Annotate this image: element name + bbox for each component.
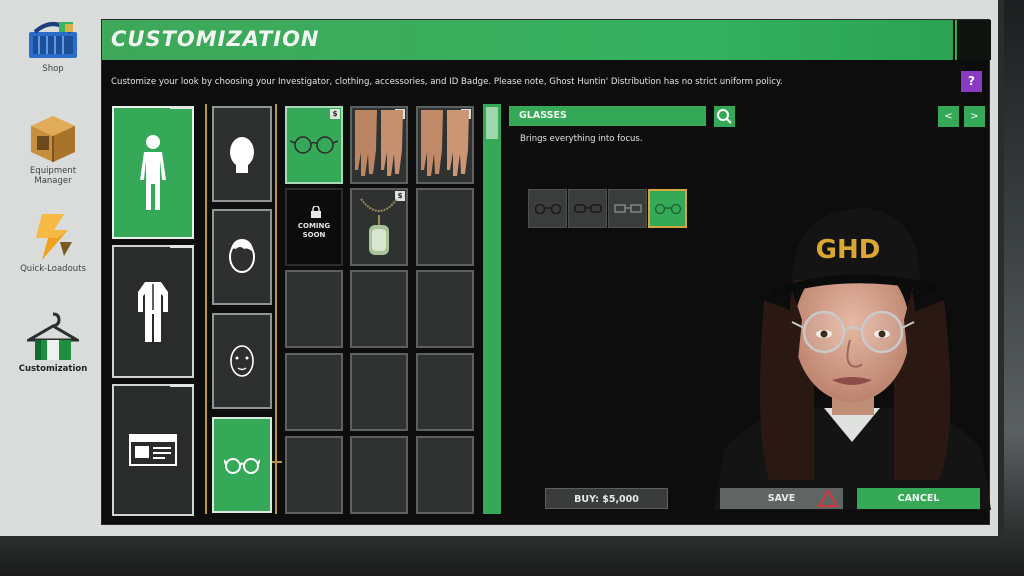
nav-label: Equipment Manager (29, 166, 77, 186)
grid-item-empty[interactable] (416, 270, 474, 348)
coming-soon-label: COMING SOON (297, 222, 331, 239)
grid-item-dog-tag[interactable]: $ (350, 188, 408, 266)
nav-item-shop[interactable]: Shop (6, 18, 100, 74)
cancel-button[interactable]: CANCEL (857, 488, 980, 509)
glasses-icon (654, 203, 681, 214)
grid-item-hands[interactable]: $ (416, 106, 474, 184)
nav-label: Customization (18, 364, 88, 374)
help-button[interactable]: ? (961, 71, 982, 92)
face-icon (230, 345, 254, 377)
grid-item-empty[interactable] (285, 436, 343, 514)
grid-item-empty[interactable] (350, 270, 408, 348)
header-corner (955, 20, 991, 60)
id-card-icon (129, 434, 177, 466)
page-title: CUSTOMIZATION (111, 27, 320, 51)
scroll-thumb[interactable] (486, 107, 498, 139)
variant-swatch[interactable] (568, 189, 607, 228)
dog-tag-icon (360, 198, 398, 255)
cap-logo-text: GHD (816, 235, 881, 265)
crate-icon (31, 116, 75, 162)
nav-label: Shop (42, 64, 64, 74)
grid-item-hands[interactable]: $ (350, 106, 408, 184)
grid-item-empty[interactable] (416, 353, 474, 431)
save-label: SAVE (767, 493, 796, 504)
nav-item-quick-loadouts[interactable]: Quick-Loadouts (6, 212, 100, 274)
hands-icon (355, 110, 403, 176)
outfit-icon (138, 281, 168, 342)
header-bar: CUSTOMIZATION (102, 20, 953, 60)
search-button[interactable] (714, 106, 735, 127)
grid-item-empty[interactable] (416, 188, 474, 266)
nav-item-equipment-manager[interactable]: Equipment Manager (6, 114, 100, 186)
glasses-icon (290, 136, 338, 154)
category-clothing[interactable] (112, 245, 194, 378)
nav-label: Quick-Loadouts (20, 264, 86, 274)
grid-item-empty[interactable] (285, 353, 343, 431)
grid-item-empty[interactable] (416, 436, 474, 514)
corner-tick (170, 245, 194, 248)
search-icon (717, 109, 732, 124)
corner-tick (170, 384, 194, 387)
next-button[interactable]: > (964, 106, 985, 127)
grid-item-coming-soon: COMING SOON (285, 188, 343, 266)
grid-item-glasses[interactable]: $ (285, 106, 343, 184)
subcategory-glasses[interactable] (212, 417, 272, 513)
body-icon (140, 134, 166, 210)
warning-icon (818, 490, 838, 507)
subcategory-head[interactable] (212, 106, 272, 202)
lightning-icon (36, 214, 72, 260)
glasses-icon (613, 203, 642, 213)
prev-button[interactable]: < (938, 106, 959, 127)
variant-swatch[interactable] (528, 189, 567, 228)
category-id-badge[interactable] (112, 384, 194, 516)
grid-item-empty[interactable] (350, 436, 408, 514)
nav-item-customization[interactable]: Customization (6, 310, 100, 374)
shop-basket-icon (29, 22, 77, 58)
customization-panel: CUSTOMIZATION Customize your look by cho… (101, 19, 991, 525)
tree-connector (275, 104, 277, 514)
glasses-icon (534, 203, 561, 214)
tree-connector (205, 104, 207, 514)
glasses-icon (573, 203, 602, 213)
avatar-preview: GHD (714, 208, 991, 510)
monitor-screen: Shop Equipment Manager Quick-Loadouts Cu… (0, 0, 1004, 542)
subcategory-hair[interactable] (212, 209, 272, 305)
hanger-icon (27, 312, 79, 360)
hands-icon (421, 110, 469, 176)
variant-swatch[interactable] (608, 189, 647, 228)
lock-icon (311, 206, 321, 218)
save-button[interactable]: SAVE (720, 488, 843, 509)
head-icon (230, 137, 254, 173)
page-description: Customize your look by choosing your Inv… (111, 77, 783, 87)
hair-icon (229, 239, 255, 273)
variant-swatch-selected[interactable] (648, 189, 687, 228)
glasses-icon (224, 458, 260, 474)
buy-button[interactable]: BUY: $5,000 (545, 488, 668, 509)
item-description: Brings everything into focus. (520, 134, 643, 144)
grid-scrollbar[interactable] (483, 104, 501, 514)
price-tag-icon: $ (330, 109, 340, 119)
category-investigator[interactable] (112, 106, 194, 239)
item-title: GLASSES (509, 106, 706, 126)
grid-item-empty[interactable] (285, 270, 343, 348)
corner-tick (170, 106, 194, 109)
subcategory-face[interactable] (212, 313, 272, 409)
grid-item-empty[interactable] (350, 353, 408, 431)
